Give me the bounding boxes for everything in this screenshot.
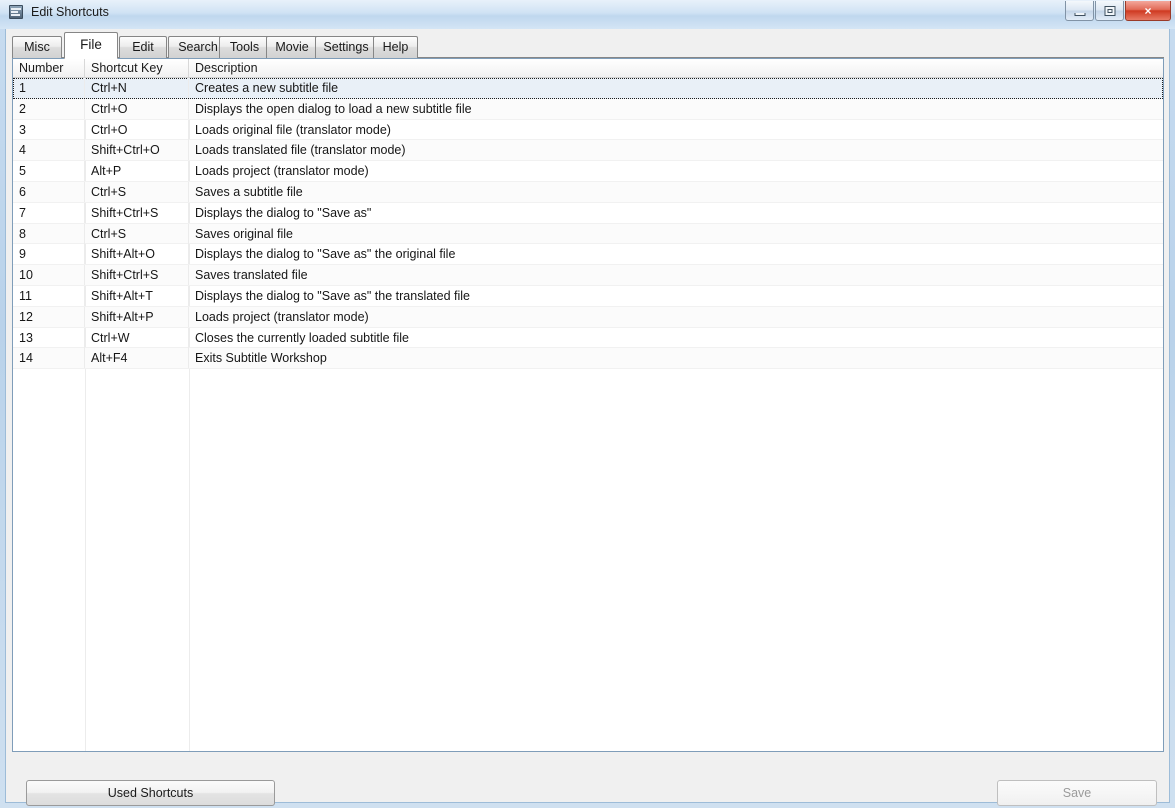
cell-number: 5 bbox=[13, 161, 85, 182]
save-button[interactable]: Save bbox=[997, 780, 1157, 806]
cell-description: Saves original file bbox=[195, 226, 293, 241]
table-row[interactable]: 12 Shift+Alt+P Loads project (translator m… bbox=[13, 306, 1163, 328]
table-row[interactable]: 9 Shift+Alt+O Displays the dialog to "Save… bbox=[13, 244, 1163, 266]
minimize-icon bbox=[1074, 12, 1085, 16]
footer-bar: Used Shortcuts Save bbox=[12, 758, 1164, 806]
cell-description: Loads project (translator mode) bbox=[195, 309, 369, 324]
cell-number: 12 bbox=[13, 306, 85, 327]
cell-shortcut-key: Ctrl+O bbox=[85, 119, 189, 140]
title-bar: Edit Shortcuts × bbox=[0, 0, 1175, 29]
table-row[interactable]: 8 Ctrl+S Saves original file bbox=[13, 223, 1163, 245]
cell-number: 1 bbox=[13, 78, 85, 98]
table-row[interactable]: 14 Alt+F4 Exits Subtitle Workshop bbox=[13, 348, 1163, 370]
tab-help[interactable]: Help bbox=[373, 36, 418, 58]
cell-number: 7 bbox=[13, 202, 85, 223]
window-title: Edit Shortcuts bbox=[31, 5, 109, 19]
cell-shortcut-key: Alt+F4 bbox=[85, 348, 189, 369]
table-row[interactable]: 1 Ctrl+N Creates a new subtitle file bbox=[13, 78, 1163, 99]
column-header-number[interactable]: Number bbox=[13, 59, 85, 77]
cell-description: Displays the dialog to "Save as" the ori… bbox=[195, 247, 456, 262]
minimize-button[interactable] bbox=[1065, 1, 1094, 21]
cell-description: Displays the dialog to "Save as" bbox=[195, 205, 372, 220]
cell-number: 9 bbox=[13, 244, 85, 265]
cell-number: 8 bbox=[13, 223, 85, 244]
table-row[interactable]: 5 Alt+P Loads project (translator mode) bbox=[13, 161, 1163, 182]
cell-description: Loads translated file (translator mode) bbox=[195, 143, 406, 158]
close-button[interactable]: × bbox=[1125, 1, 1171, 21]
maximize-button[interactable] bbox=[1095, 1, 1124, 21]
cell-number: 13 bbox=[13, 327, 85, 348]
cell-shortcut-key: Shift+Ctrl+O bbox=[85, 140, 189, 161]
cell-description: Closes the currently loaded subtitle fil… bbox=[195, 330, 410, 345]
tab-movie[interactable]: Movie bbox=[266, 36, 318, 58]
tab-strip: Misc File Edit Search Tools Movie Settin… bbox=[12, 32, 1164, 59]
cell-number: 14 bbox=[13, 348, 85, 369]
cell-shortcut-key: Shift+Alt+P bbox=[85, 306, 189, 327]
tab-file[interactable]: File bbox=[64, 32, 118, 59]
close-icon: × bbox=[1144, 3, 1152, 18]
cell-description: Creates a new subtitle file bbox=[195, 81, 339, 95]
window: Edit Shortcuts × Misc File Edit Search T… bbox=[0, 0, 1175, 808]
table-row[interactable]: 4 Shift+Ctrl+O Loads translated file (tran… bbox=[13, 140, 1163, 162]
cell-description: Exits Subtitle Workshop bbox=[195, 351, 327, 366]
cell-number: 6 bbox=[13, 181, 85, 202]
window-controls: × bbox=[1064, 1, 1171, 21]
cell-description: Loads project (translator mode) bbox=[195, 164, 369, 179]
shortcuts-list-panel[interactable]: Number Shortcut Key Description 1 Ctrl+N C… bbox=[12, 58, 1164, 752]
client-area: Misc File Edit Search Tools Movie Settin… bbox=[5, 29, 1170, 806]
cell-number: 3 bbox=[13, 119, 85, 140]
cell-shortcut-key: Shift+Ctrl+S bbox=[85, 202, 189, 223]
table-row[interactable]: 3 Ctrl+O Loads original file (translator m… bbox=[13, 119, 1163, 141]
cell-description: Loads original file (translator mode) bbox=[195, 122, 391, 137]
cell-description: Displays the open dialog to load a new s… bbox=[195, 101, 472, 116]
cell-shortcut-key: Shift+Alt+O bbox=[85, 244, 189, 265]
cell-number: 2 bbox=[13, 98, 85, 119]
tab-tools[interactable]: Tools bbox=[219, 36, 270, 58]
cell-shortcut-key: Ctrl+W bbox=[85, 327, 189, 348]
tab-misc[interactable]: Misc bbox=[12, 36, 62, 58]
cell-description: Saves translated file bbox=[195, 268, 308, 283]
cell-shortcut-key: Ctrl+O bbox=[85, 98, 189, 119]
cell-description: Displays the dialog to "Save as" the tra… bbox=[195, 288, 470, 303]
app-icon bbox=[8, 4, 24, 20]
table-row[interactable]: 7 Shift+Ctrl+S Displays the dialog to "Sav… bbox=[13, 202, 1163, 224]
cell-shortcut-key: Alt+P bbox=[85, 161, 189, 182]
tab-edit[interactable]: Edit bbox=[119, 36, 167, 58]
cell-shortcut-key: Shift+Ctrl+S bbox=[85, 265, 189, 286]
table-row[interactable]: 13 Ctrl+W Closes the currently loaded subt… bbox=[13, 327, 1163, 349]
column-header-shortcut-key[interactable]: Shortcut Key bbox=[85, 59, 189, 77]
column-header-description[interactable]: Description bbox=[189, 59, 1163, 77]
cell-shortcut-key: Ctrl+S bbox=[85, 181, 189, 202]
cell-number: 4 bbox=[13, 140, 85, 161]
cell-shortcut-key: Ctrl+S bbox=[85, 223, 189, 244]
cell-shortcut-key: Shift+Alt+T bbox=[85, 285, 189, 306]
cell-number: 11 bbox=[13, 285, 85, 306]
table-header-row: Number Shortcut Key Description bbox=[13, 59, 1163, 78]
cell-number: 10 bbox=[13, 265, 85, 286]
table-row[interactable]: 6 Ctrl+S Saves a subtitle file bbox=[13, 181, 1163, 203]
table-row[interactable]: 10 Shift+Ctrl+S Saves translated file bbox=[13, 265, 1163, 286]
table-body: 1 Ctrl+N Creates a new subtitle file 2 Ctrl+… bbox=[13, 78, 1163, 370]
title-bar-left: Edit Shortcuts bbox=[8, 4, 109, 20]
cell-description: Saves a subtitle file bbox=[195, 184, 303, 199]
tab-settings[interactable]: Settings bbox=[315, 36, 377, 58]
used-shortcuts-button[interactable]: Used Shortcuts bbox=[26, 780, 275, 806]
table-row[interactable]: 2 Ctrl+O Displays the open dialog to load … bbox=[13, 98, 1163, 120]
table-row[interactable]: 11 Shift+Alt+T Displays the dialog to "Sav… bbox=[13, 285, 1163, 307]
cell-shortcut-key: Ctrl+N bbox=[85, 78, 189, 98]
maximize-icon bbox=[1104, 5, 1115, 16]
